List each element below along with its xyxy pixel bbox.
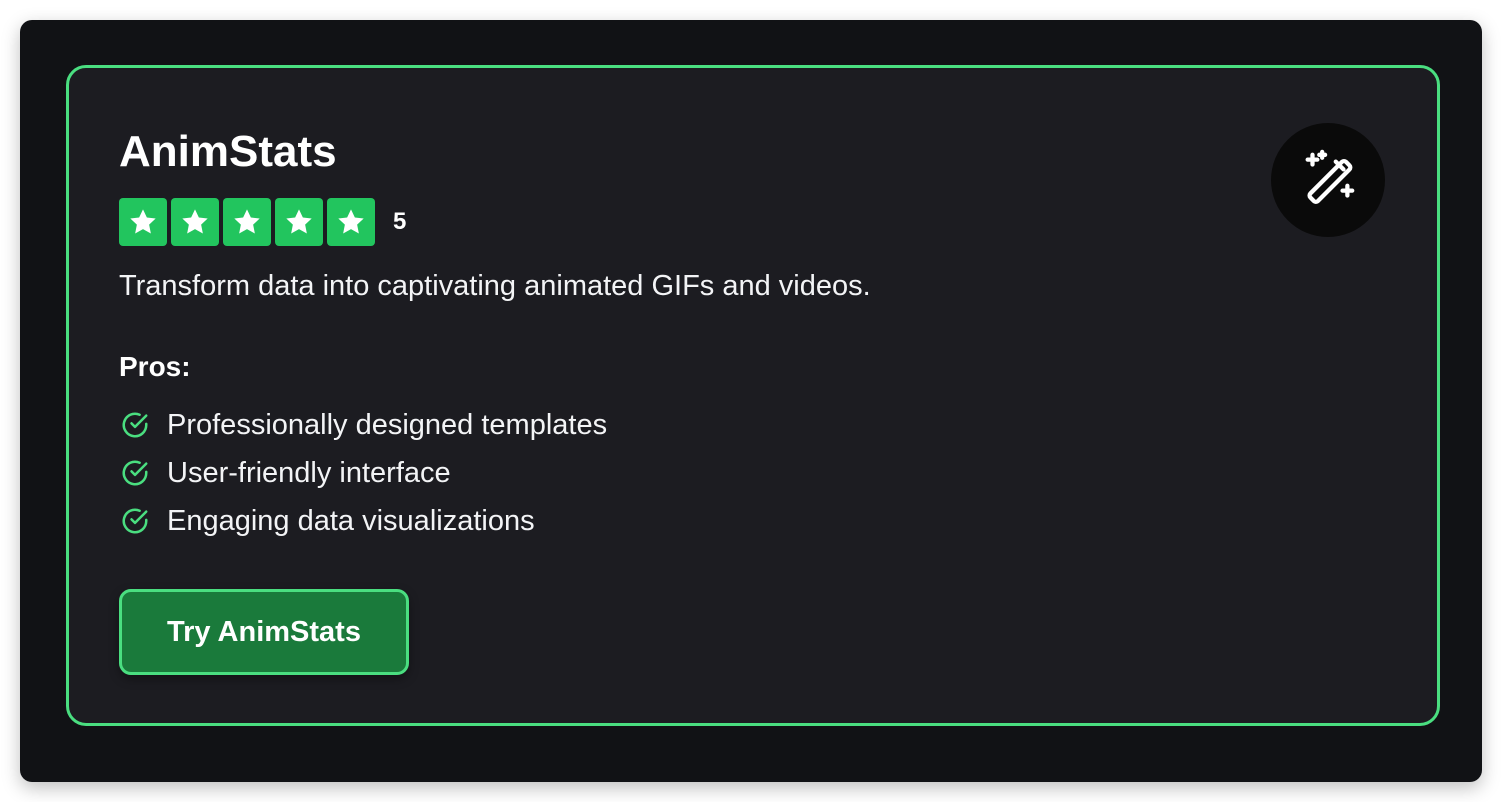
product-title: AnimStats bbox=[119, 127, 337, 176]
pro-text: Professionally designed templates bbox=[167, 409, 608, 441]
list-item: Professionally designed templates bbox=[119, 401, 607, 449]
star-icon bbox=[223, 198, 271, 246]
check-circle-icon bbox=[119, 409, 151, 441]
pro-text: User-friendly interface bbox=[167, 457, 451, 489]
check-circle-icon bbox=[119, 505, 151, 537]
star-rating: 5 bbox=[119, 198, 406, 246]
list-item: Engaging data visualizations bbox=[119, 497, 607, 545]
star-icon bbox=[171, 198, 219, 246]
pro-text: Engaging data visualizations bbox=[167, 505, 535, 537]
star-icon bbox=[119, 198, 167, 246]
list-item: User-friendly interface bbox=[119, 449, 607, 497]
magic-wand-icon bbox=[1271, 123, 1385, 237]
star-icon bbox=[275, 198, 323, 246]
rating-value: 5 bbox=[393, 208, 407, 235]
app-window: AnimStats 5 Transform data into captivat… bbox=[20, 20, 1482, 782]
try-animstats-button[interactable]: Try AnimStats bbox=[119, 589, 409, 675]
product-card: AnimStats 5 Transform data into captivat… bbox=[66, 65, 1440, 726]
check-circle-icon bbox=[119, 457, 151, 489]
product-description: Transform data into captivating animated… bbox=[119, 270, 871, 302]
pros-list: Professionally designed templates User-f… bbox=[119, 401, 607, 545]
pros-heading: Pros: bbox=[119, 351, 191, 382]
star-icon bbox=[327, 198, 375, 246]
